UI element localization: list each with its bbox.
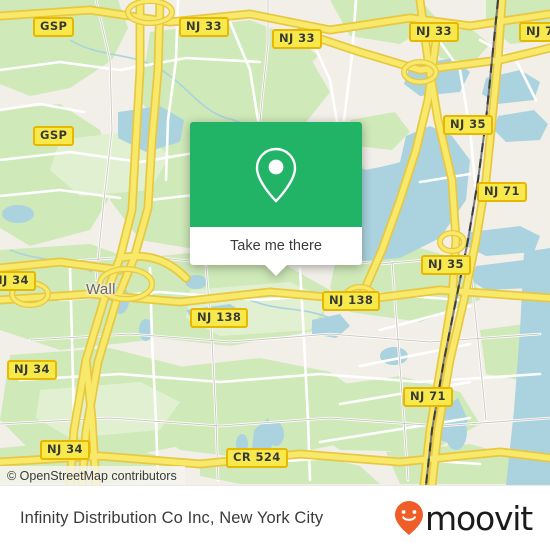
screenshot-root: GSP NJ 33 NJ 33 NJ 33 NJ 71 NJ 35 GSP NJ… — [0, 0, 550, 550]
popup-header — [190, 122, 362, 227]
road-shield: NJ 71 — [519, 22, 550, 42]
map-pin-icon — [255, 147, 297, 203]
popup-tail-icon — [265, 265, 287, 276]
place-label-wall: Wall — [86, 281, 116, 298]
footer-bar: Infinity Distribution Co Inc, New York C… — [0, 485, 550, 550]
map-attribution[interactable]: © OpenStreetMap contributors — [0, 466, 185, 485]
road-shield: NJ 138 — [322, 291, 381, 311]
road-shield: NJ 34 — [7, 360, 57, 380]
road-shield: NJ 35 — [421, 255, 471, 275]
page-title: Infinity Distribution Co Inc, New York C… — [20, 508, 324, 527]
road-shield: NJ 34 — [0, 271, 36, 291]
moovit-logo[interactable]: moovit — [394, 498, 533, 538]
take-me-there-button[interactable]: Take me there — [190, 227, 362, 276]
road-shield: NJ 33 — [409, 22, 459, 42]
take-me-there-label: Take me there — [230, 238, 322, 254]
road-shield: NJ 71 — [477, 182, 527, 202]
attribution-text: © OpenStreetMap contributors — [7, 468, 177, 483]
road-shield: NJ 33 — [272, 29, 322, 49]
road-shield: NJ 33 — [179, 17, 229, 37]
road-shield: NJ 138 — [190, 308, 249, 328]
location-popup[interactable]: Take me there — [190, 122, 362, 276]
road-shield: GSP — [33, 126, 75, 146]
road-shield: GSP — [33, 17, 75, 37]
moovit-pin-icon — [395, 501, 424, 535]
road-shield: NJ 71 — [403, 387, 453, 407]
moovit-wordmark: moovit — [425, 498, 533, 538]
road-shield: NJ 35 — [443, 115, 493, 135]
road-shield: NJ 34 — [40, 440, 90, 460]
road-shield: CR 524 — [226, 448, 288, 468]
